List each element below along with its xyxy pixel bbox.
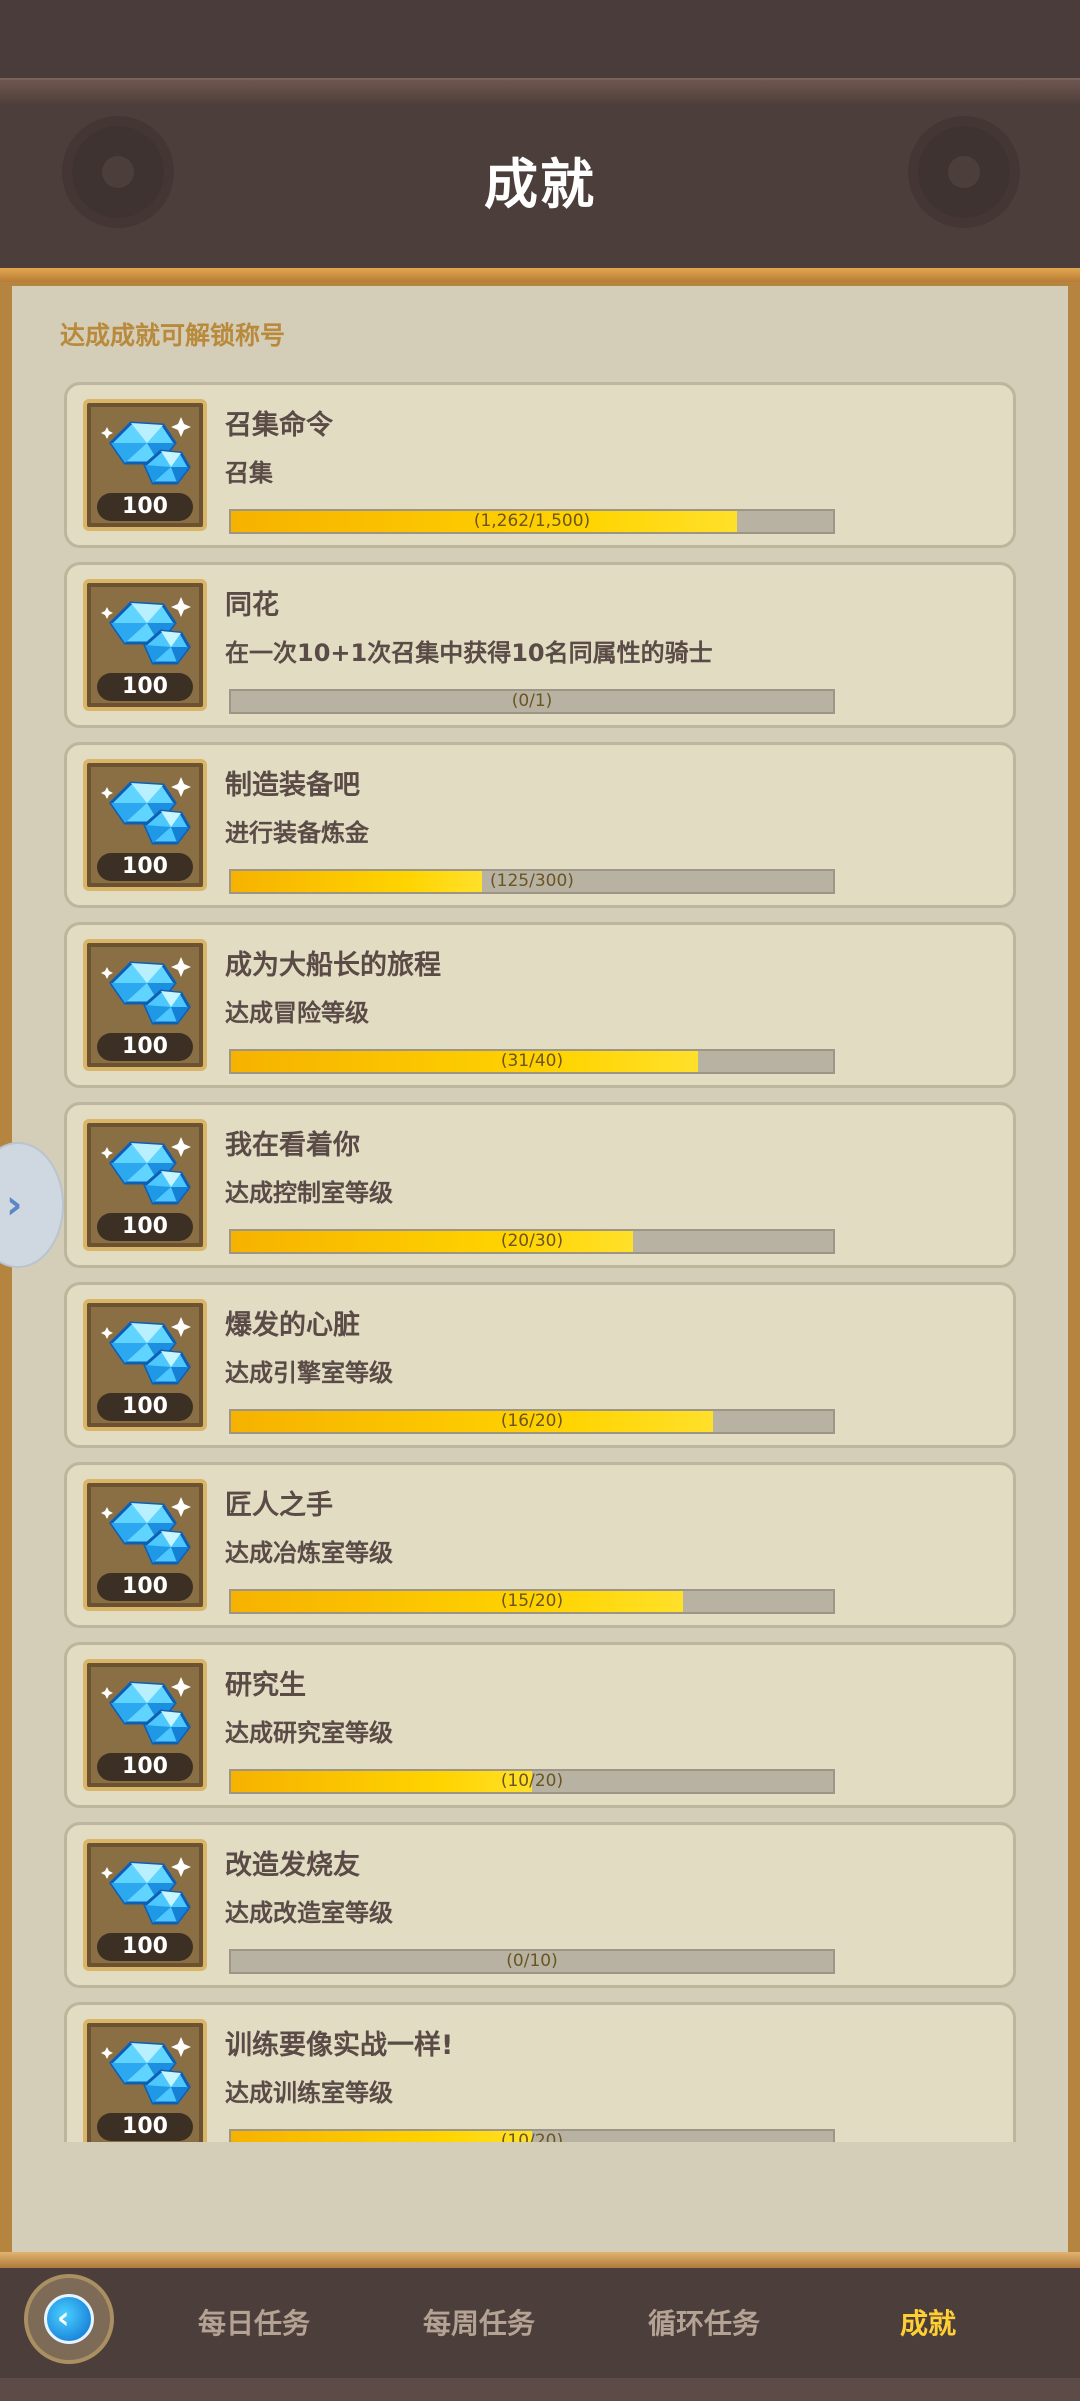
unlock-hint: 达成成就可解锁称号 [60,321,286,350]
achievement-item[interactable]: 100 召集命令 召集 (1,262/1,500) [64,382,1016,548]
achievement-title: 训练要像实战一样! [225,2030,454,2061]
achievement-description: 达成研究室等级 [225,1719,393,1747]
reward-count: 100 [97,493,193,521]
reward-count: 100 [97,853,193,881]
achievement-description: 达成引擎室等级 [225,1359,393,1387]
progress-text: (31/40) [500,1051,564,1071]
progress-text: (16/20) [500,1411,564,1431]
chevron-right-icon: › [6,1182,23,1228]
achievement-title: 匠人之手 [225,1490,333,1521]
achievement-title: 改造发烧友 [225,1850,360,1881]
reward-count: 100 [97,673,193,701]
progress-bar: (10/20) [229,1769,835,1794]
reward-box: 100 [83,1479,207,1611]
tab-daily-missions[interactable]: 每日任务 [198,2302,310,2342]
progress-text: (20/30) [500,1231,564,1251]
header-bottom-border [0,268,1080,282]
achievement-description: 达成控制室等级 [225,1179,393,1207]
progress-bar: (0/1) [229,689,835,714]
bottom-nav-strip [0,2378,1080,2401]
reward-box: 100 [83,1659,207,1791]
reward-box: 100 [83,2019,207,2142]
achievement-title: 爆发的心脏 [225,1310,360,1341]
diamond-gem-icon [101,1133,193,1209]
achievement-title: 成为大船长的旅程 [225,950,441,981]
achievement-item[interactable]: 100 成为大船长的旅程 达成冒险等级 (31/40) [64,922,1016,1088]
achievement-description: 在一次10+1次召集中获得10名同属性的骑士 [225,639,713,667]
achievement-list[interactable]: 100 召集命令 召集 (1,262/1,500) 100 同花 在一次10+1… [60,382,1020,2142]
achievement-item[interactable]: 100 训练要像实战一样! 达成训练室等级 (10/20) [64,2002,1016,2142]
reward-box: 100 [83,1839,207,1971]
reward-count: 100 [97,2113,193,2141]
achievement-description: 达成冒险等级 [225,999,369,1027]
achievement-title: 召集命令 [225,410,333,441]
diamond-gem-icon [101,1313,193,1389]
achievement-item[interactable]: 100 我在看着你 达成控制室等级 (20/30) [64,1102,1016,1268]
reward-count: 100 [97,1213,193,1241]
achievement-item[interactable]: 100 研究生 达成研究室等级 (10/20) [64,1642,1016,1808]
achievement-title: 研究生 [225,1670,306,1701]
nav-top-border [0,2252,1080,2268]
reward-box: 100 [83,939,207,1071]
achievement-description: 达成训练室等级 [225,2079,393,2107]
reward-box: 100 [83,759,207,891]
achievement-description: 召集 [225,459,273,487]
progress-bar: (20/30) [229,1229,835,1254]
progress-bar: (10/20) [229,2129,835,2142]
progress-bar: (16/20) [229,1409,835,1434]
progress-bar: (125/300) [229,869,835,894]
tab-weekly-missions[interactable]: 每周任务 [423,2302,535,2342]
achievement-item[interactable]: 100 同花 在一次10+1次召集中获得10名同属性的骑士 (0/1) [64,562,1016,728]
back-arrow-icon: ‹ [44,2294,94,2344]
progress-text: (15/20) [500,1591,564,1611]
status-area [0,0,1080,78]
reward-count: 100 [97,1753,193,1781]
achievement-description: 达成改造室等级 [225,1899,393,1927]
achievement-description: 进行装备炼金 [225,819,369,847]
progress-bar: (0/10) [229,1949,835,1974]
diamond-gem-icon [101,1673,193,1749]
reward-count: 100 [97,1573,193,1601]
progress-bar: (31/40) [229,1049,835,1074]
progress-text: (125/300) [490,871,574,891]
progress-text: (10/20) [500,1771,564,1791]
progress-text: (10/20) [500,2131,564,2142]
progress-text: (0/1) [511,691,553,711]
page-title: 成就 [484,153,596,216]
achievement-item[interactable]: 100 匠人之手 达成冶炼室等级 (15/20) [64,1462,1016,1628]
diamond-gem-icon [101,593,193,669]
progress-bar: (15/20) [229,1589,835,1614]
reward-count: 100 [97,1933,193,1961]
tab-achievements[interactable]: 成就 [900,2302,956,2342]
header-top-border [0,78,1080,104]
diamond-gem-icon [101,773,193,849]
achievement-title: 制造装备吧 [225,770,360,801]
achievement-title: 同花 [225,590,279,621]
achievement-item[interactable]: 100 爆发的心脏 达成引擎室等级 (16/20) [64,1282,1016,1448]
diamond-gem-icon [101,2033,193,2109]
achievement-item[interactable]: 100 制造装备吧 进行装备炼金 (125/300) [64,742,1016,908]
achievement-description: 达成冶炼室等级 [225,1539,393,1567]
achievement-item[interactable]: 100 改造发烧友 达成改造室等级 (0/10) [64,1822,1016,1988]
list-bottom-area [12,2142,1068,2252]
back-button[interactable]: ‹ [24,2274,114,2364]
diamond-gem-icon [101,1853,193,1929]
reward-box: 100 [83,579,207,711]
reward-count: 100 [97,1033,193,1061]
reward-count: 100 [97,1393,193,1421]
achievement-title: 我在看着你 [225,1130,360,1161]
reward-box: 100 [83,1119,207,1251]
diamond-gem-icon [101,953,193,1029]
diamond-gem-icon [101,1493,193,1569]
reward-box: 100 [83,1299,207,1431]
reward-box: 100 [83,399,207,531]
progress-bar: (1,262/1,500) [229,509,835,534]
progress-text: (1,262/1,500) [473,511,591,531]
tab-repeat-missions[interactable]: 循环任务 [648,2302,760,2342]
progress-text: (0/10) [506,1951,558,1971]
diamond-gem-icon [101,413,193,489]
